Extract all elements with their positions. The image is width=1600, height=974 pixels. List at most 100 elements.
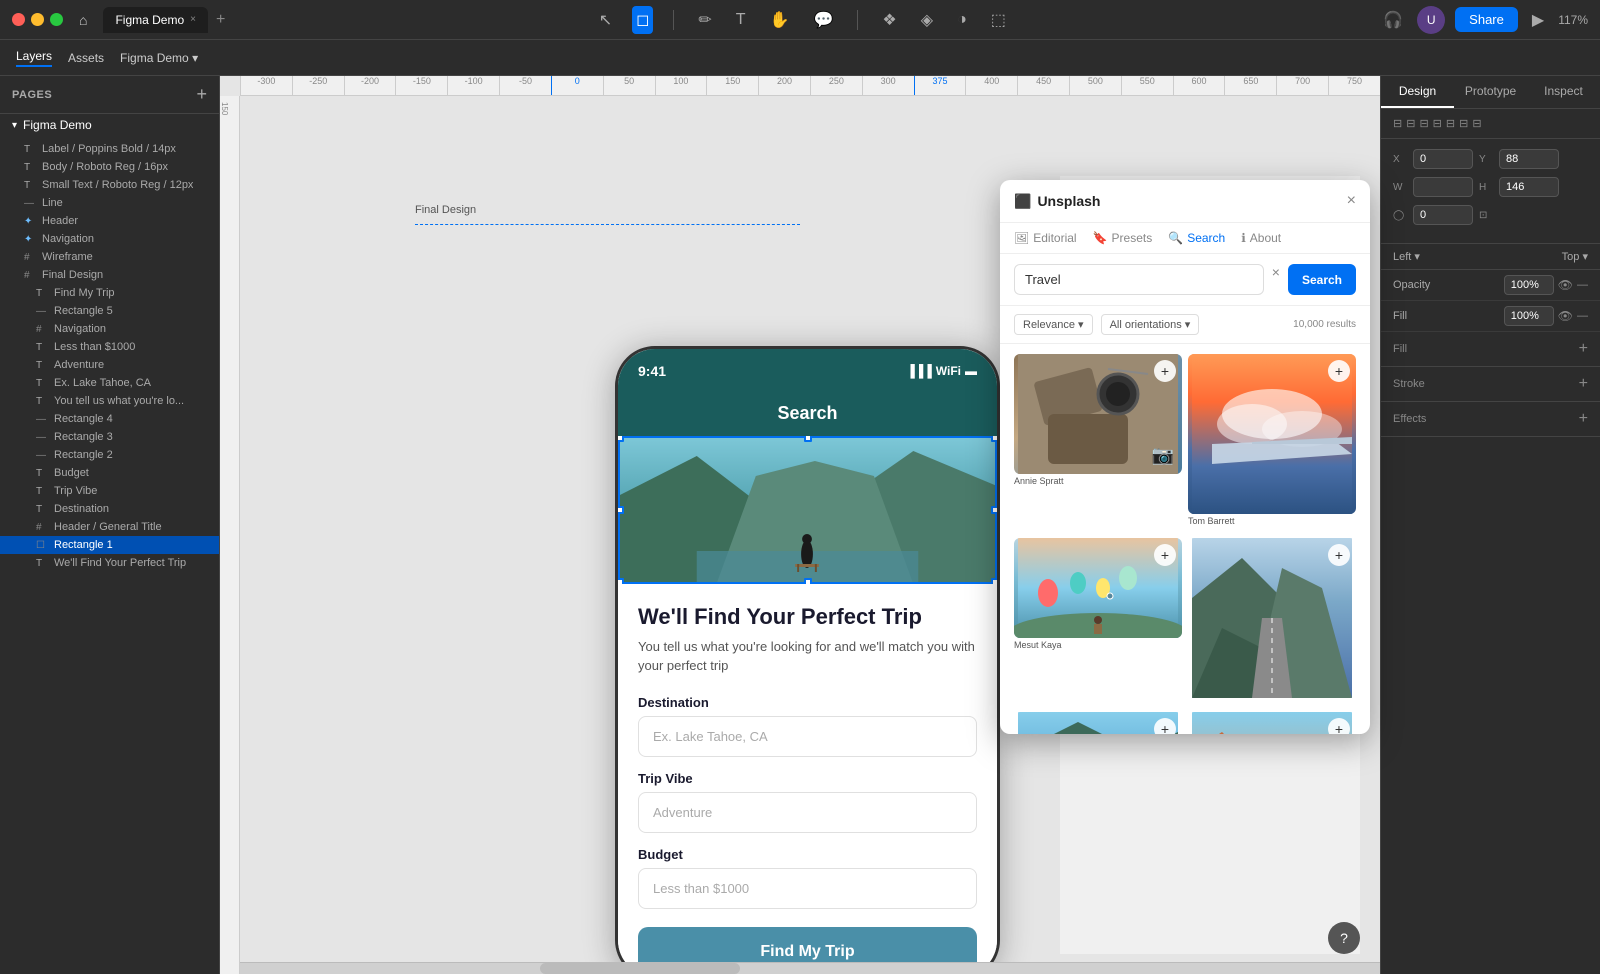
unsplash-close-button[interactable]: × xyxy=(1347,192,1356,210)
add-image-button[interactable]: + xyxy=(1328,544,1350,566)
assets-tab[interactable]: Assets xyxy=(68,51,104,65)
zoom-level[interactable]: 117% xyxy=(1558,13,1588,27)
layer-item[interactable]: T Body / Roboto Reg / 16px xyxy=(0,158,219,176)
figma-demo-tab[interactable]: Figma Demo × xyxy=(103,7,208,33)
layer-item-budget-label[interactable]: T Budget xyxy=(0,464,219,482)
add-image-button[interactable]: + xyxy=(1154,360,1176,382)
unsplash-search-input[interactable] xyxy=(1014,264,1264,295)
layer-item[interactable]: — Line xyxy=(0,194,219,212)
unsplash-image-item[interactable]: + Annie Spratt xyxy=(1014,354,1182,532)
align-center-h-icon[interactable]: ⊟ xyxy=(1406,117,1415,130)
minimize-button[interactable] xyxy=(31,13,44,26)
y-input[interactable] xyxy=(1499,149,1559,169)
layer-item-final-design[interactable]: # Final Design xyxy=(0,266,219,284)
w-input[interactable] xyxy=(1413,177,1473,197)
destination-input[interactable]: Ex. Lake Tahoe, CA xyxy=(638,716,977,757)
distribute-h-icon[interactable]: ⊟ xyxy=(1472,117,1481,130)
resize-handle-tl[interactable] xyxy=(618,436,624,442)
layer-item-trip-vibe[interactable]: T Trip Vibe xyxy=(0,482,219,500)
eye-icon[interactable]: 👁 xyxy=(1558,278,1573,292)
tab-design[interactable]: Design xyxy=(1381,76,1454,108)
layer-item-rect5[interactable]: — Rectangle 5 xyxy=(0,302,219,320)
budget-input[interactable]: Less than $1000 xyxy=(638,868,977,909)
user-avatar[interactable]: U xyxy=(1417,6,1445,34)
add-image-button[interactable]: + xyxy=(1154,718,1176,734)
layer-item-lake[interactable]: T Ex. Lake Tahoe, CA xyxy=(0,374,219,392)
opacity-input[interactable] xyxy=(1504,275,1554,295)
close-button[interactable] xyxy=(12,13,25,26)
editorial-tab[interactable]: 🖼 Editorial xyxy=(1014,231,1077,245)
scrollbar-thumb-h[interactable] xyxy=(540,963,740,974)
headphone-icon[interactable]: 🎧 xyxy=(1379,6,1407,34)
layer-item-destination[interactable]: T Destination xyxy=(0,500,219,518)
share-button[interactable]: Share xyxy=(1455,7,1518,32)
layer-item[interactable]: T Small Text / Roboto Reg / 12px xyxy=(0,176,219,194)
pen-tool[interactable]: ✏ xyxy=(694,6,715,34)
add-image-button[interactable]: + xyxy=(1328,360,1350,382)
resize-handle-ml[interactable] xyxy=(618,506,624,514)
new-tab-button[interactable]: + xyxy=(216,11,225,29)
layer-item-header-title[interactable]: # Header / General Title xyxy=(0,518,219,536)
image-wrap[interactable]: + xyxy=(1014,354,1182,474)
x-input[interactable] xyxy=(1413,149,1473,169)
orientation-filter[interactable]: All orientations ▾ xyxy=(1101,314,1200,335)
align-middle-v-icon[interactable]: ⊟ xyxy=(1446,117,1455,130)
add-stroke-button[interactable]: + xyxy=(1579,375,1588,393)
layer-item-header[interactable]: ✦ Header xyxy=(0,212,219,230)
layer-item-budget-text[interactable]: T Less than $1000 xyxy=(0,338,219,356)
home-icon[interactable]: ⌂ xyxy=(79,12,87,28)
component-icon[interactable]: ❖ xyxy=(878,6,900,34)
layers-tab[interactable]: Layers xyxy=(16,49,52,67)
unsplash-search-button[interactable]: Search xyxy=(1288,264,1356,295)
unsplash-image-item[interactable]: + Mesut Kaya xyxy=(1014,538,1182,706)
add-image-button[interactable]: + xyxy=(1154,544,1176,566)
figma-demo-breadcrumb[interactable]: Figma Demo ▾ xyxy=(120,51,198,65)
figma-demo-page[interactable]: ▾ Figma Demo xyxy=(0,114,219,136)
about-tab[interactable]: ℹ About xyxy=(1241,231,1281,245)
resize-handle-bm[interactable] xyxy=(804,578,812,584)
layer-item-find-my-trip[interactable]: T Find My Trip xyxy=(0,284,219,302)
contrast-icon[interactable]: ◑ xyxy=(953,7,971,33)
fullscreen-button[interactable] xyxy=(50,13,63,26)
horizontal-scrollbar[interactable] xyxy=(240,962,1380,974)
add-effects-button[interactable]: + xyxy=(1579,410,1588,428)
minus-icon[interactable]: — xyxy=(1577,279,1588,291)
layer-item-nav2[interactable]: # Navigation xyxy=(0,320,219,338)
resize-handle-bl[interactable] xyxy=(618,578,624,584)
unsplash-image-item[interactable]: + xyxy=(1188,712,1356,734)
image-wrap[interactable]: + xyxy=(1014,712,1182,734)
image-wrap[interactable]: + xyxy=(1188,712,1356,734)
frame-tool[interactable]: ◻ xyxy=(632,6,653,34)
eye-icon2[interactable]: 👁 xyxy=(1558,309,1573,323)
layer-item-rect4[interactable]: — Rectangle 4 xyxy=(0,410,219,428)
assets-icon[interactable]: ◈ xyxy=(917,6,937,34)
clear-search-button[interactable]: × xyxy=(1272,264,1280,295)
add-page-button[interactable]: + xyxy=(196,84,207,105)
search-tab[interactable]: 🔍 Search xyxy=(1168,231,1225,245)
h-input[interactable] xyxy=(1499,177,1559,197)
hand-tool[interactable]: ✋ xyxy=(766,6,794,34)
tab-prototype[interactable]: Prototype xyxy=(1454,76,1527,108)
resize-handle-br[interactable] xyxy=(991,578,997,584)
add-fill-button[interactable]: + xyxy=(1579,340,1588,358)
layer-item-navigation[interactable]: ✦ Navigation xyxy=(0,230,219,248)
layer-item-perfect-trip[interactable]: T We'll Find Your Perfect Trip xyxy=(0,554,219,572)
align-left-icon[interactable]: ⊟ xyxy=(1393,117,1402,130)
resize-handle-mr[interactable] xyxy=(991,506,997,514)
align-dropdown[interactable]: Left ▾ xyxy=(1393,250,1420,263)
position-dropdown[interactable]: Top ▾ xyxy=(1562,250,1588,263)
resize-handle-tm[interactable] xyxy=(804,436,812,442)
minus-icon2[interactable]: — xyxy=(1577,310,1588,322)
prototype-icon[interactable]: ⬚ xyxy=(987,6,1010,34)
presets-tab[interactable]: 🔖 Presets xyxy=(1093,231,1153,245)
unsplash-image-item[interactable]: + Tom Barrett xyxy=(1188,354,1356,532)
add-image-button[interactable]: + xyxy=(1328,718,1350,734)
relevance-filter[interactable]: Relevance ▾ xyxy=(1014,314,1093,335)
unsplash-image-item[interactable]: + xyxy=(1014,712,1182,734)
align-top-icon[interactable]: ⊟ xyxy=(1433,117,1442,130)
align-bottom-icon[interactable]: ⊟ xyxy=(1459,117,1468,130)
layer-item-subtitle[interactable]: T You tell us what you're lo... xyxy=(0,392,219,410)
layer-item-rect2[interactable]: — Rectangle 2 xyxy=(0,446,219,464)
resize-handle-tr[interactable] xyxy=(991,436,997,442)
image-wrap[interactable]: + xyxy=(1014,538,1182,638)
